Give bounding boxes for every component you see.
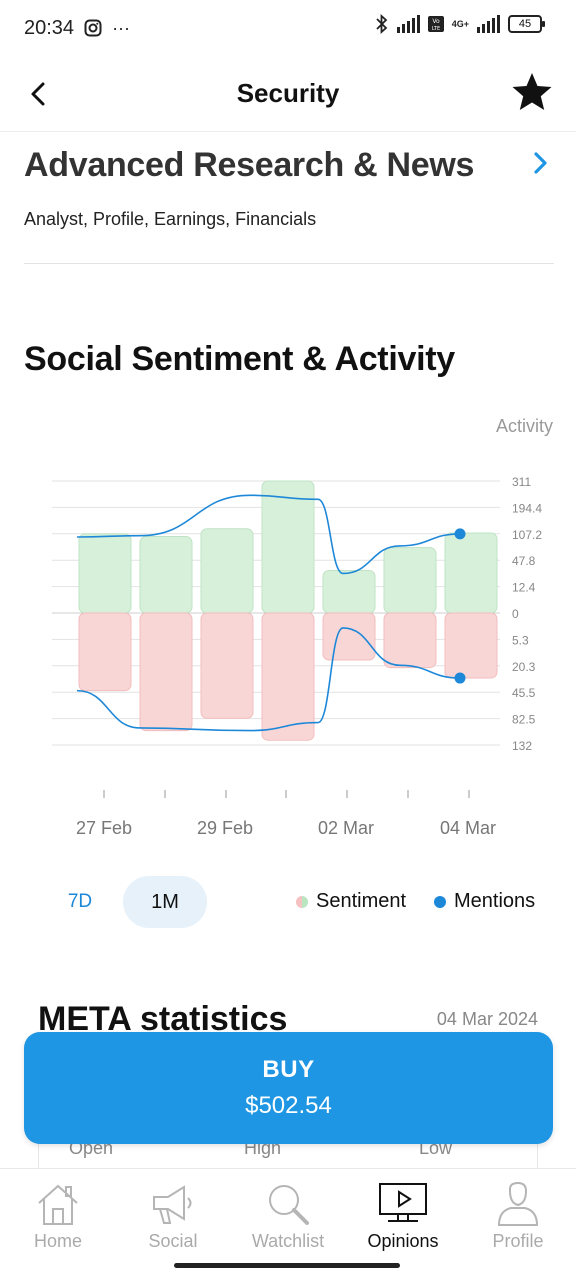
mentions-end-point [454,528,466,540]
sentiment-section-title: Social Sentiment & Activity [24,340,455,378]
sentiment-positive-bar [383,547,437,614]
nav-watchlist[interactable]: Watchlist [233,1181,343,1252]
sentiment-chart: 311 194.4 107.2 47.8 12.4 0 5.3 20.3 45.5 82.5 132 [52,475,542,798]
home-icon [38,1184,78,1225]
sentiment-negative-bar [383,612,437,669]
stats-date: 04 Mar 2024 [436,1009,538,1029]
more-notifications-icon: ··· [112,17,131,38]
sentiment-negative-bar [322,612,376,661]
research-subtitle: Analyst, Profile, Earnings, Financials [24,209,317,229]
research-title: Advanced Research & News [24,146,475,184]
buy-button[interactable]: BUY $502.54 [24,1032,553,1144]
y-tick-label: 194.4 [512,501,542,515]
svg-text:Vo: Vo [432,18,440,25]
buy-label: BUY [262,1056,315,1083]
activity-axis-label: Activity [495,416,553,436]
top-app-bar: Security [0,56,576,132]
star-icon[interactable] [510,70,554,114]
chart-ticks [103,790,470,798]
video-screen-icon [379,1183,427,1222]
period-7d-button[interactable]: 7D [52,876,108,928]
nav-social-label: Social [148,1231,198,1251]
x-tick-label: 02 Mar [318,818,375,838]
sentiment-negative-bar [444,612,498,679]
y-tick-label: 5.3 [512,633,529,647]
signal-icon [396,15,420,33]
sentiment-negative-bar [261,612,315,741]
status-bar: 20:34 ··· Vo LTE 4G+ 45 [0,0,576,56]
chevron-right-icon[interactable] [530,150,552,176]
nav-opinions[interactable]: Opinions [348,1181,458,1252]
research-card[interactable]: Advanced Research & News Analyst, Profil… [24,140,554,264]
nav-profile[interactable]: Profile [463,1181,573,1252]
legend-sentiment-label: Sentiment [316,890,407,912]
y-tick-label: 132 [512,739,532,753]
x-tick-label: 04 Mar [440,818,497,838]
nav-watchlist-label: Watchlist [251,1231,325,1251]
y-tick-label: 0 [512,607,519,621]
sentiment-positive-bar [261,480,315,614]
sentiment-positive-bar [200,528,254,614]
megaphone-icon [153,1185,192,1224]
y-tick-label: 47.8 [512,554,536,568]
x-tick-label: 29 Feb [197,818,254,838]
period-1m-button[interactable]: 1M [123,876,207,928]
legend-mentions-label: Mentions [454,890,536,912]
sentiment-positive-bar [139,536,193,614]
search-icon [269,1185,309,1225]
bluetooth-icon [376,14,388,34]
sentiment-negative-bar [200,612,254,719]
page-title: Security [236,78,340,108]
status-time: 20:34 [24,16,75,39]
y-tick-label: 311 [512,475,531,489]
battery-level: 45 [518,18,532,30]
nav-home-label: Home [33,1231,82,1251]
sentiment-negative-bar [139,612,193,732]
sentiment-positive-bar [322,569,376,614]
legend-mentions: Mentions [434,890,535,913]
chart-bars [78,480,498,741]
y-tick-label: 20.3 [512,660,536,674]
sentiment-legend-dot [296,895,308,908]
sentiment-negative-bar [78,612,132,692]
sentiment-positive-bar [444,532,498,614]
y-tick-label: 82.5 [512,713,536,727]
buy-price: $502.54 [245,1092,332,1119]
network-type: 4G+ [451,19,469,29]
user-icon [497,1181,539,1226]
signal-icon-2 [477,15,500,33]
volte-icon: VoLTE [427,16,444,32]
nav-opinions-label: Opinions [367,1231,439,1251]
nav-profile-label: Profile [492,1231,544,1251]
nav-home[interactable]: Home [3,1181,113,1252]
y-tick-label: 12.4 [512,581,536,595]
instagram-icon [84,19,102,37]
svg-text:LTE: LTE [432,26,440,32]
mentions-legend-dot [434,895,446,908]
y-tick-label: 45.5 [512,686,536,700]
home-indicator [174,1263,400,1268]
chart-y-labels: 311 194.4 107.2 47.8 12.4 0 5.3 20.3 45.5 82.5 132 [512,475,542,753]
nav-social[interactable]: Social [118,1181,228,1252]
battery-icon: 45 [508,15,545,33]
x-tick-label: 27 Feb [76,818,133,838]
legend-sentiment: Sentiment [296,890,406,913]
y-tick-label: 107.2 [512,528,542,542]
mentions-end-point [454,672,466,684]
sentiment-positive-bar [78,533,132,614]
